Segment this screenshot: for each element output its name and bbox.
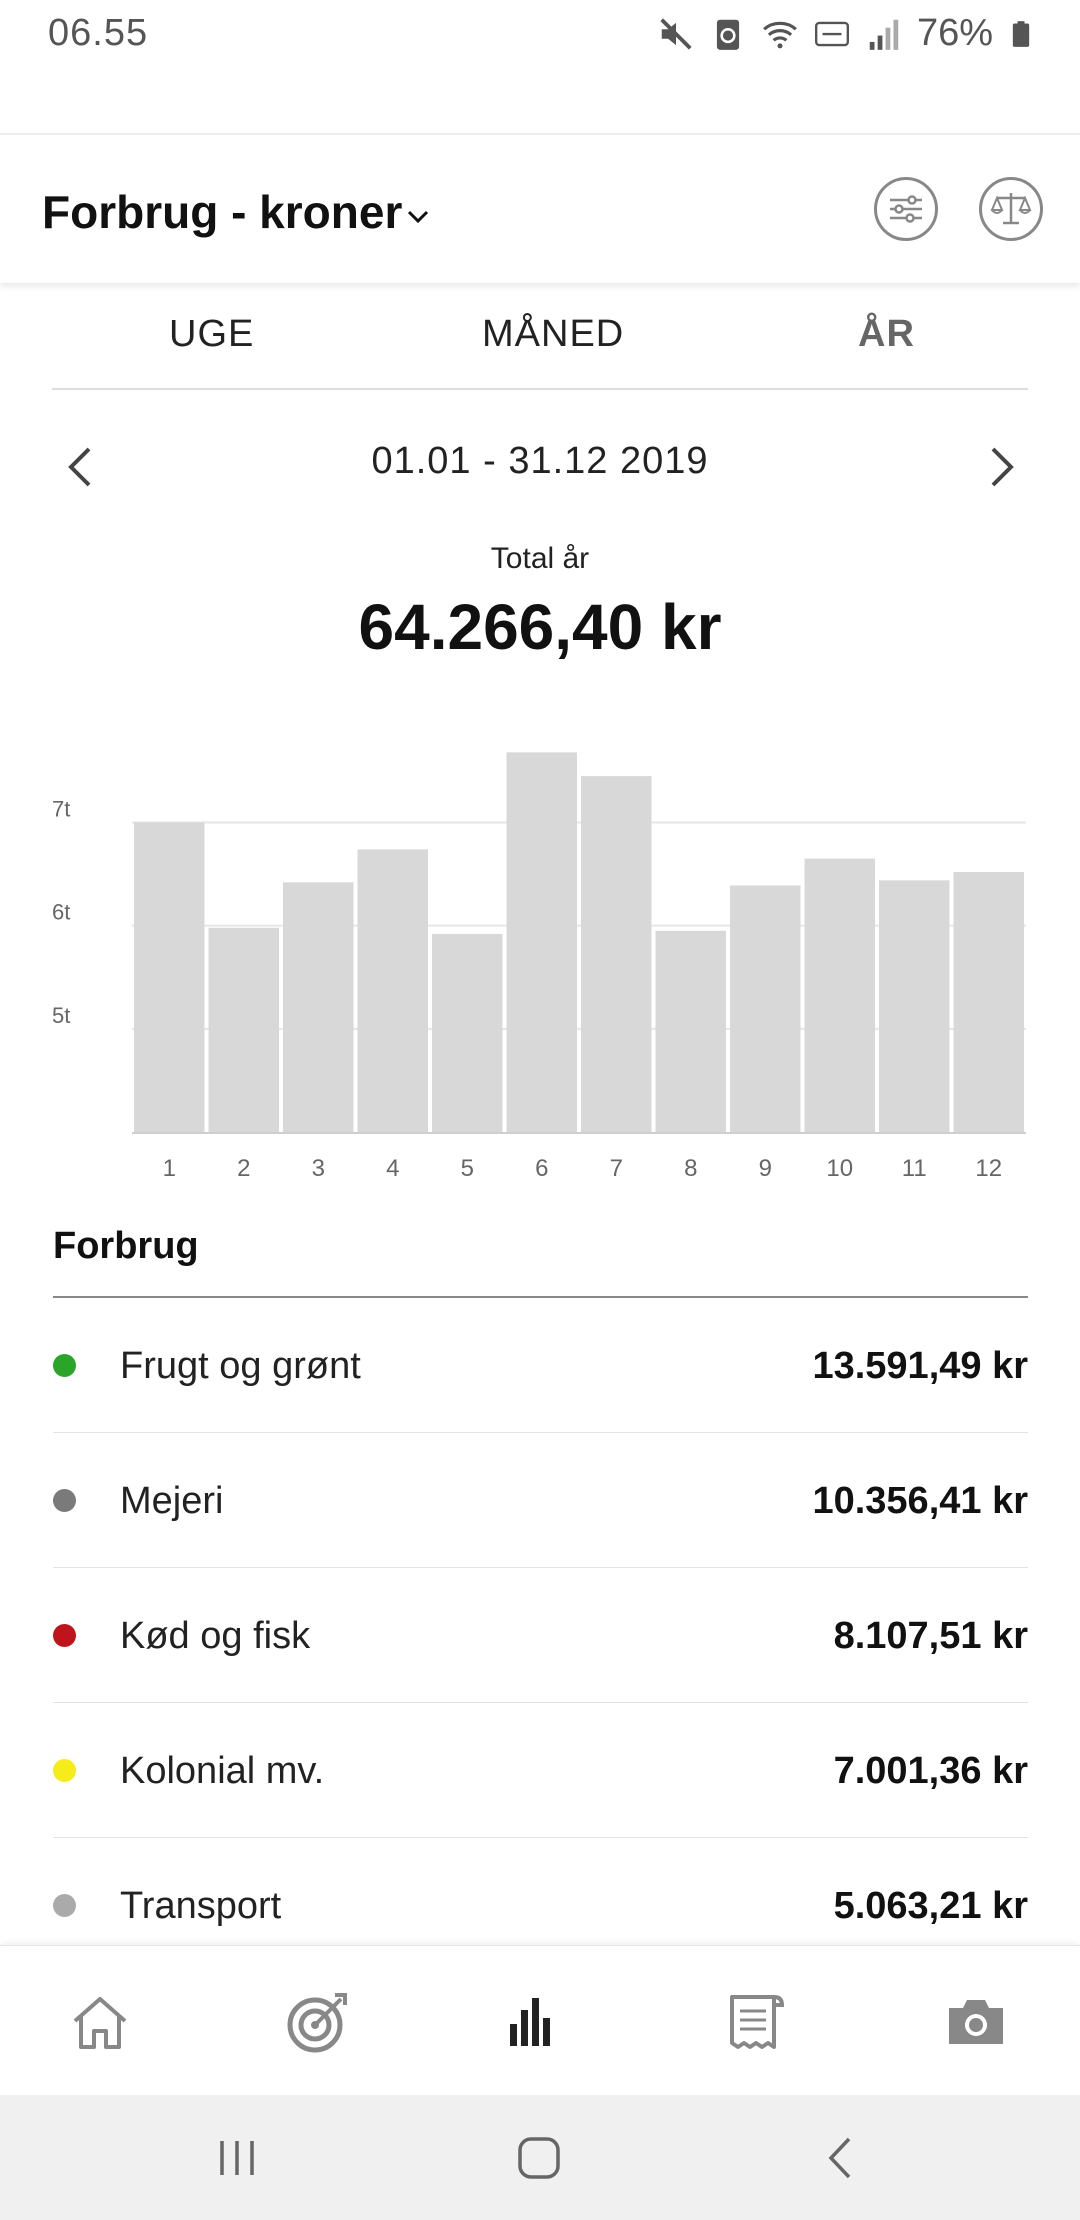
bar-month-4[interactable] (357, 849, 429, 1132)
back-icon[interactable] (817, 2133, 867, 2183)
category-amount: 10.356,41 kr (812, 1480, 1028, 1522)
battery-icon (1012, 20, 1030, 47)
period-tabs: UGE MÅNED ÅR (52, 285, 1028, 390)
x-tick-label: 6 (535, 1155, 548, 1182)
bar-month-9[interactable] (730, 885, 801, 1132)
category-amount: 5.063,21 kr (833, 1885, 1028, 1927)
breakdown-list: Frugt og grønt 13.591,49 kr Mejeri 10.35… (53, 1298, 1028, 1973)
sync-icon (716, 19, 740, 50)
category-color-dot (53, 1489, 76, 1512)
y-tick-label: 7t (52, 797, 70, 822)
bar-month-10[interactable] (804, 858, 876, 1132)
app-header: Forbrug - kroner (0, 133, 1080, 283)
bar-month-2[interactable] (208, 927, 280, 1132)
list-item[interactable]: Kød og fisk 8.107,51 kr (53, 1568, 1028, 1703)
list-item[interactable]: Mejeri 10.356,41 kr (53, 1433, 1028, 1568)
list-item[interactable]: Frugt og grønt 13.591,49 kr (53, 1298, 1028, 1433)
category-label: Transport (120, 1885, 282, 1927)
period-range: 01.01 - 31.12 2019 (371, 440, 709, 482)
x-tick-label: 9 (759, 1155, 772, 1182)
x-tick-label: 5 (461, 1155, 474, 1182)
compare-button[interactable] (979, 177, 1043, 241)
tab-year[interactable]: ÅR (858, 313, 915, 356)
category-label: Mejeri (120, 1480, 224, 1522)
x-tick-label: 1 (163, 1155, 176, 1182)
x-tick-label: 7 (610, 1155, 623, 1182)
bar-month-3[interactable] (283, 882, 354, 1132)
y-tick-label: 5t (52, 1003, 70, 1028)
yearly-bar-chart: 5t6t7t1 2 3 4 5 6 7 8 9 10 11 12 (52, 752, 1026, 1182)
category-amount: 7.001,36 kr (833, 1750, 1028, 1792)
category-color-dot (53, 1354, 76, 1377)
status-icons: 76% (657, 12, 1035, 55)
signal-icon (869, 19, 899, 50)
bar-month-1[interactable] (134, 822, 205, 1132)
target-icon (287, 1993, 347, 2053)
total-value: 64.266,40 kr (358, 591, 722, 663)
nav-receipts[interactable] (718, 1986, 790, 2058)
category-color-dot (53, 1624, 76, 1647)
x-tick-label: 12 (975, 1155, 1002, 1182)
mute-icon (660, 17, 692, 50)
category-color-dot (53, 1759, 76, 1782)
nav-home[interactable] (64, 1986, 136, 2058)
home-icon (73, 1997, 127, 2049)
list-item[interactable]: Kolonial mv. 7.001,36 kr (53, 1703, 1028, 1838)
filter-button[interactable] (874, 177, 938, 241)
status-bar: 06.55 76% (0, 0, 1080, 70)
category-amount: 8.107,51 kr (833, 1615, 1028, 1657)
volte-icon (814, 21, 849, 46)
category-label: Kolonial mv. (120, 1750, 325, 1792)
system-navigation-bar (0, 2095, 1080, 2220)
receipt-icon (730, 1995, 785, 2049)
bar-month-5[interactable] (432, 933, 503, 1132)
bar-chart-icon (510, 1998, 550, 2046)
tab-month[interactable]: MÅNED (482, 313, 624, 356)
scale-icon (990, 193, 1032, 225)
nav-goals[interactable] (282, 1986, 354, 2058)
breakdown-title: Forbrug (53, 1225, 199, 1267)
bar-month-11[interactable] (879, 880, 950, 1132)
battery-level: 76% (916, 12, 993, 54)
nav-camera[interactable] (940, 1986, 1012, 2058)
bottom-navigation (0, 1945, 1080, 2095)
category-amount: 13.591,49 kr (812, 1345, 1028, 1387)
x-tick-label: 8 (684, 1155, 697, 1182)
y-tick-label: 6t (52, 900, 70, 925)
nav-statistics[interactable] (494, 1986, 566, 2058)
x-tick-label: 3 (312, 1155, 325, 1182)
category-label: Kød og fisk (120, 1615, 311, 1657)
x-tick-label: 11 (902, 1155, 927, 1182)
chevron-down-icon[interactable] (404, 207, 432, 227)
home-button-icon[interactable] (514, 2133, 564, 2183)
sliders-icon (890, 195, 922, 223)
category-label: Frugt og grønt (120, 1345, 361, 1387)
bar-month-7[interactable] (581, 776, 652, 1132)
x-tick-label: 4 (386, 1155, 399, 1182)
bar-month-6[interactable] (506, 752, 578, 1132)
bar-month-12[interactable] (953, 872, 1025, 1132)
recent-apps-icon[interactable] (212, 2133, 262, 2183)
camera-icon (949, 2000, 1003, 2044)
page-title[interactable]: Forbrug - kroner (42, 185, 402, 239)
wifi-icon (763, 21, 797, 48)
tab-week[interactable]: UGE (169, 313, 254, 356)
bar-month-8[interactable] (655, 930, 727, 1132)
x-tick-label: 10 (826, 1155, 853, 1182)
category-color-dot (53, 1894, 76, 1917)
x-tick-label: 2 (237, 1155, 250, 1182)
total-label: Total år (490, 542, 590, 575)
status-time: 06.55 (48, 12, 149, 54)
chevron-right-icon[interactable] (977, 437, 1027, 497)
